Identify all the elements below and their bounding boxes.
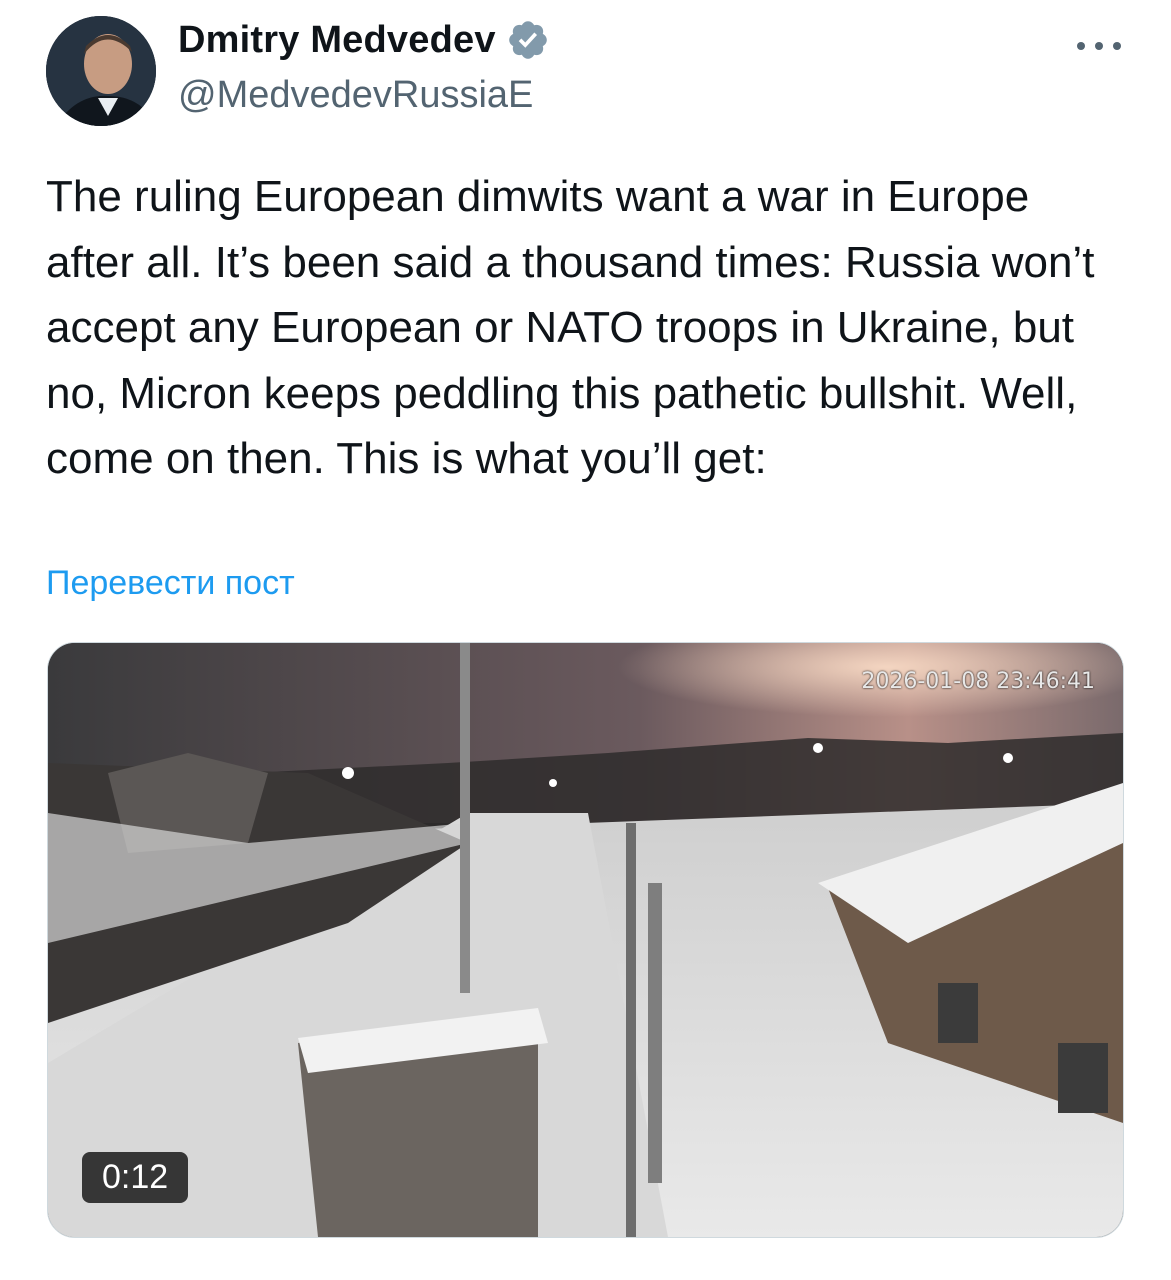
avatar-photo [46,16,156,126]
avatar[interactable] [46,16,156,126]
more-dot-icon [1113,42,1121,50]
author-name-row[interactable]: Dmitry Medvedev [178,18,550,62]
author-handle[interactable]: @MedvedevRussiaE [178,74,533,117]
camera-timestamp: 2026-01-08 23:46:41 [861,669,1095,694]
video-player[interactable]: 2026-01-08 23:46:41 0:12 [47,642,1124,1238]
more-dot-icon [1095,42,1103,50]
more-options-button[interactable] [1077,34,1121,58]
translate-post-link[interactable]: Перевести пост [46,564,295,603]
more-dot-icon [1077,42,1085,50]
author-display-name[interactable]: Dmitry Medvedev [178,19,496,62]
video-frame [48,643,1123,1237]
video-duration-badge: 0:12 [82,1152,189,1203]
tweet-text: The ruling European dimwits want a war i… [46,172,1107,483]
verified-badge-icon [506,18,550,62]
